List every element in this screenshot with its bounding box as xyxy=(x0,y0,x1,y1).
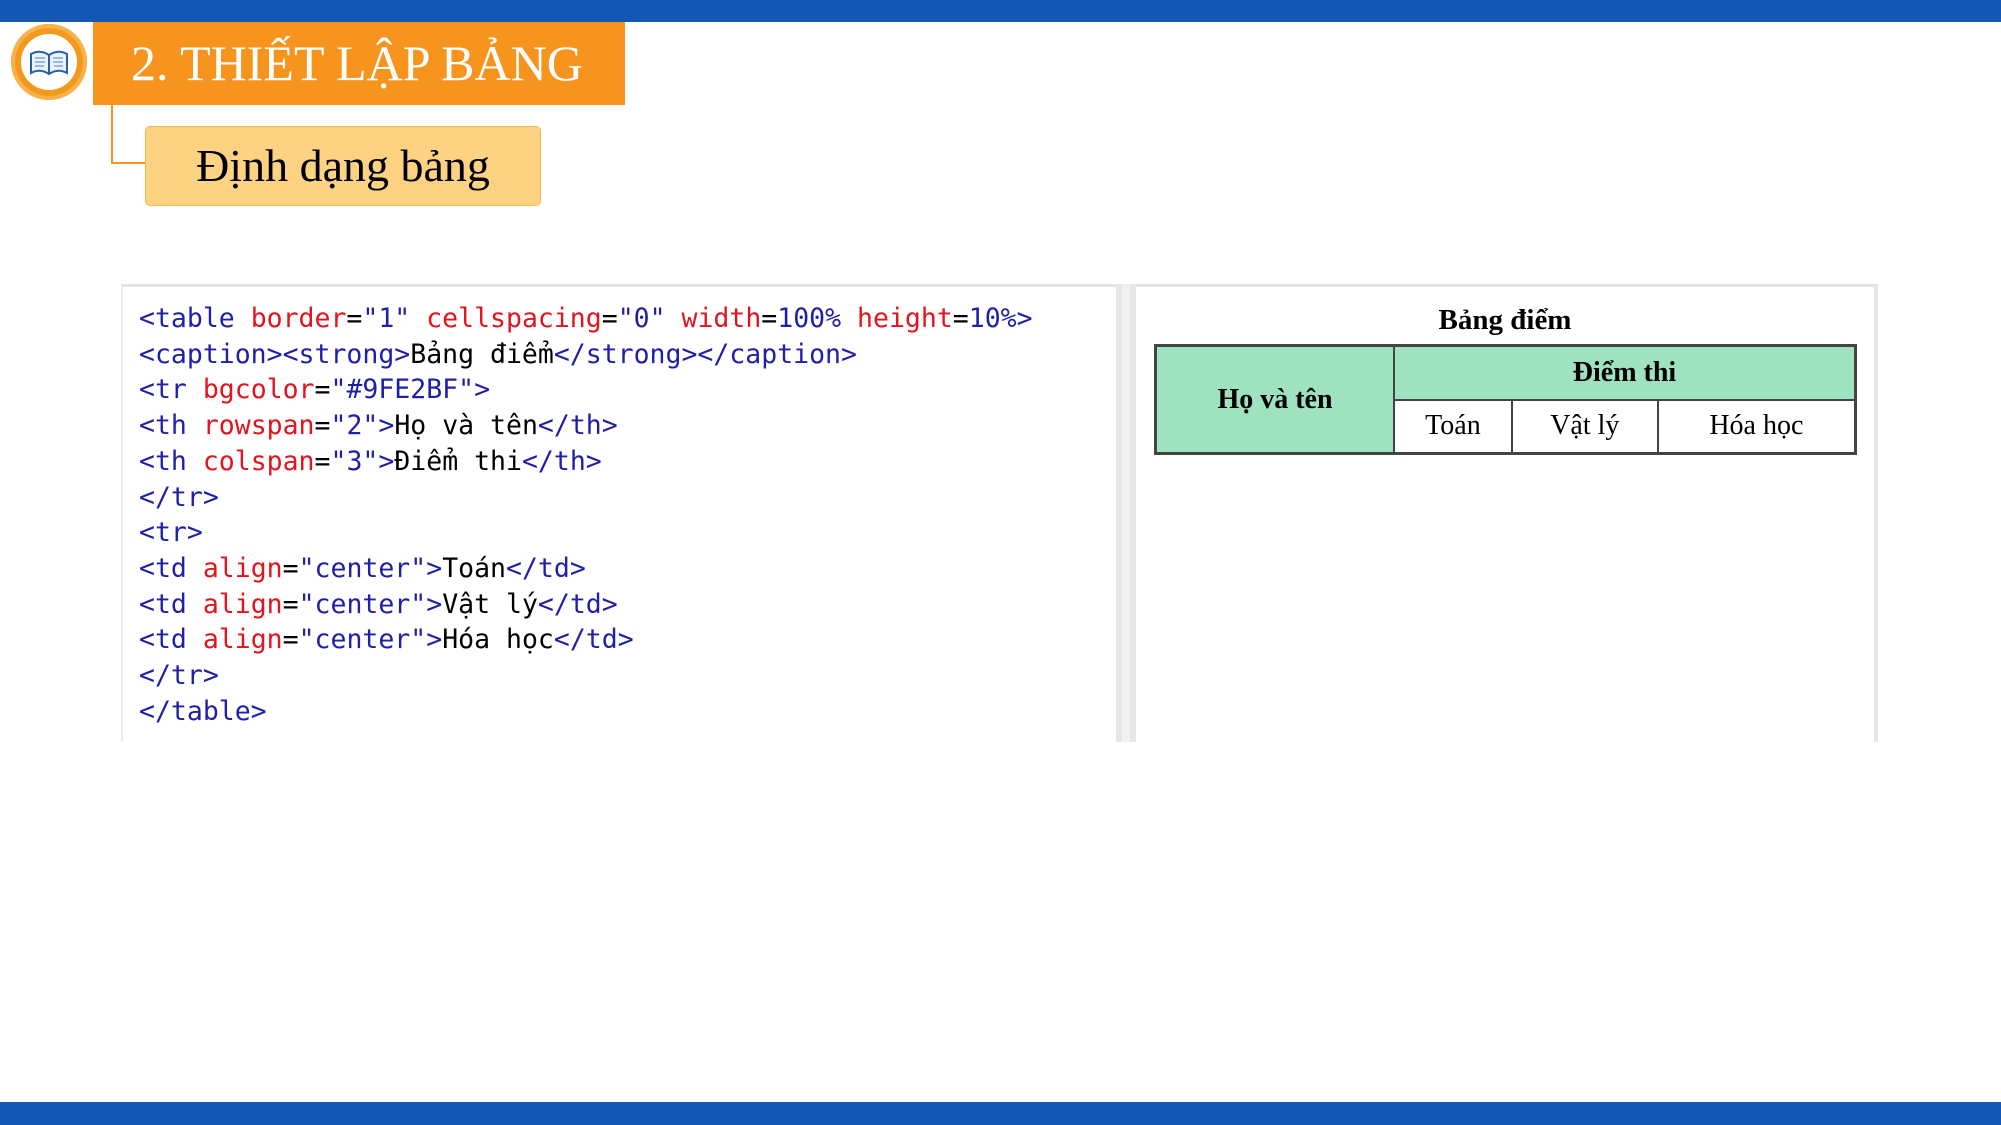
title-connector xyxy=(111,105,113,163)
code-token: > xyxy=(426,552,443,584)
table-caption: Bảng điểm xyxy=(1438,304,1572,336)
code-token: = xyxy=(761,303,778,334)
bottom-bar xyxy=(0,1102,2001,1125)
code-token: = xyxy=(601,303,618,334)
code-token: Bảng điểm xyxy=(410,338,554,370)
code-token: "0" xyxy=(617,303,682,334)
html-code-block: <table border="1" cellspacing="0" width=… xyxy=(139,301,1033,729)
code-token: "3" xyxy=(330,445,379,477)
code-token: </tr> xyxy=(139,481,219,513)
code-token: </td> xyxy=(553,624,634,656)
panel-divider xyxy=(1116,284,1136,742)
code-token: > xyxy=(378,445,395,477)
slide-title: 2. THIẾT LẬP BẢNG xyxy=(93,22,625,105)
code-token: "center" xyxy=(298,552,427,584)
code-token: align xyxy=(202,552,283,584)
code-token: <td xyxy=(139,552,203,584)
code-token: "1" xyxy=(362,303,427,334)
code-token: "#9FE2BF" xyxy=(330,374,475,406)
table-header-row: Họ và tên Điểm thi xyxy=(1154,344,1857,455)
code-line: </tr> xyxy=(139,658,1033,694)
code-line: </tr> xyxy=(139,480,1033,516)
code-token: <th xyxy=(139,445,203,477)
code-line: <caption><strong>Bảng điểm</strong></cap… xyxy=(139,337,1033,373)
code-token: width xyxy=(681,303,762,334)
code-token: <tr> xyxy=(139,517,203,549)
code-line: </table> xyxy=(139,694,1033,730)
code-token: <th xyxy=(139,410,203,442)
code-token: <td xyxy=(139,588,203,620)
header-name: Họ và tên xyxy=(1154,344,1395,455)
code-token: = xyxy=(282,552,299,584)
code-token: = xyxy=(282,624,299,656)
code-token: <table xyxy=(139,303,251,334)
code-token: height xyxy=(857,303,953,334)
header-score: Điểm thi xyxy=(1393,344,1857,401)
code-token: </strong></caption> xyxy=(553,338,857,370)
code-token: align xyxy=(202,588,283,620)
code-token: </th> xyxy=(537,410,618,442)
title-connector-branch xyxy=(111,162,146,164)
code-token: </tr> xyxy=(139,660,219,692)
code-token: colspan xyxy=(202,445,315,477)
code-token: <tr xyxy=(139,374,203,406)
code-token: > xyxy=(378,410,395,442)
top-bar xyxy=(0,0,2001,22)
code-line: <td align="center">Vật lý</td> xyxy=(139,587,1033,623)
code-token: 10%> xyxy=(968,303,1033,334)
code-token: border xyxy=(250,303,347,334)
code-token: <td xyxy=(139,624,203,656)
code-token: "center" xyxy=(298,624,427,656)
code-token: </td> xyxy=(537,588,618,620)
code-token: </td> xyxy=(506,552,586,584)
code-token: = xyxy=(952,303,969,334)
code-token: = xyxy=(282,588,299,620)
code-line: <td align="center">Toán</td> xyxy=(139,551,1033,587)
code-token: Hóa học xyxy=(442,624,554,656)
code-token: = xyxy=(314,374,331,406)
code-token: > xyxy=(426,588,443,620)
preview-panel: Bảng điểm Họ và tên Điểm thi Toán Vật lý… xyxy=(1136,284,1878,742)
code-token: = xyxy=(314,410,331,442)
book-logo-icon xyxy=(11,24,87,100)
code-token: > xyxy=(474,374,491,406)
code-token: </th> xyxy=(521,445,602,477)
code-token: <caption><strong> xyxy=(139,338,411,370)
subject-cell: Toán xyxy=(1393,398,1513,455)
code-token: bgcolor xyxy=(202,374,315,406)
code-token: "2" xyxy=(330,410,379,442)
code-line: <td align="center">Hóa học</td> xyxy=(139,622,1033,658)
code-panel: <table border="1" cellspacing="0" width=… xyxy=(121,284,1121,742)
code-token: Toán xyxy=(442,552,507,584)
code-line: <th colspan="3">Điểm thi</th> xyxy=(139,444,1033,480)
code-token: Vật lý xyxy=(442,588,538,620)
code-token: = xyxy=(314,445,331,477)
code-line: <table border="1" cellspacing="0" width=… xyxy=(139,301,1033,337)
code-token: "center" xyxy=(298,588,427,620)
score-table: Họ và tên Điểm thi Toán Vật lý Hóa học xyxy=(1154,344,1857,455)
code-token: = xyxy=(346,303,363,334)
code-token: 100% xyxy=(777,303,858,334)
code-token: rowspan xyxy=(202,410,315,442)
code-token: > xyxy=(426,624,443,656)
code-line: <tr> xyxy=(139,515,1033,551)
code-token: cellspacing xyxy=(426,303,602,334)
code-token: align xyxy=(202,624,283,656)
slide-subtitle: Định dạng bảng xyxy=(145,126,541,206)
code-line: <th rowspan="2">Họ và tên</th> xyxy=(139,408,1033,444)
code-token: </table> xyxy=(139,695,267,727)
code-token: Họ và tên xyxy=(394,410,538,442)
subject-cell: Hóa học xyxy=(1656,398,1857,455)
code-line: <tr bgcolor="#9FE2BF"> xyxy=(139,372,1033,408)
subject-cell: Vật lý xyxy=(1510,398,1659,455)
code-token: Điểm thi xyxy=(394,445,522,477)
